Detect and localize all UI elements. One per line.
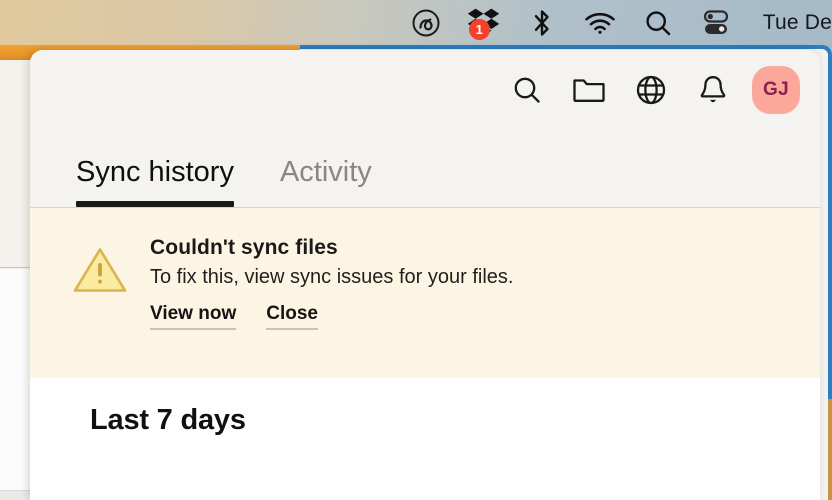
- dropbox-panel: GJ Sync history Activity Couldn't sync f…: [30, 50, 820, 500]
- spotlight-search-icon[interactable]: [629, 0, 687, 45]
- view-now-link[interactable]: View now: [150, 303, 237, 330]
- dropbox-badge-count: 1: [468, 19, 490, 40]
- warning-triangle-icon: [72, 234, 128, 356]
- screen: 1 Tue De GJ Sync history Activity Couldn…: [0, 0, 832, 500]
- control-center-icon[interactable]: [687, 0, 745, 45]
- menu-bar-status-items: 1 Tue De: [397, 0, 832, 45]
- tab-sync-history[interactable]: Sync history: [76, 156, 234, 207]
- search-icon[interactable]: [496, 59, 558, 121]
- adobe-creative-cloud-icon[interactable]: [397, 0, 455, 45]
- close-link[interactable]: Close: [266, 303, 318, 330]
- dropbox-icon[interactable]: 1: [455, 0, 513, 45]
- sync-history-content: Last 7 days: [30, 378, 820, 500]
- globe-icon[interactable]: [620, 59, 682, 121]
- menu-bar-clock[interactable]: Tue De: [745, 11, 832, 35]
- macos-menu-bar: 1 Tue De: [0, 0, 832, 45]
- bell-icon[interactable]: [682, 59, 744, 121]
- banner-title: Couldn't sync files: [150, 236, 338, 259]
- panel-tabs: Sync history Activity: [30, 130, 820, 208]
- banner-actions: View now Close: [150, 303, 513, 330]
- avatar-initials: GJ: [763, 79, 789, 100]
- dropbox-panel-toolbar: GJ: [30, 50, 820, 130]
- tab-activity[interactable]: Activity: [280, 156, 372, 207]
- bluetooth-icon[interactable]: [513, 0, 571, 45]
- sync-error-banner: Couldn't sync files To fix this, view sy…: [30, 208, 820, 378]
- avatar[interactable]: GJ: [752, 66, 800, 114]
- section-title-last-7-days: Last 7 days: [90, 404, 246, 436]
- folder-icon[interactable]: [558, 59, 620, 121]
- wifi-icon[interactable]: [571, 0, 629, 45]
- sync-error-banner-body: Couldn't sync files To fix this, view sy…: [150, 234, 513, 356]
- background-window-right-edge: [828, 399, 832, 500]
- banner-message: To fix this, view sync issues for your f…: [150, 266, 514, 288]
